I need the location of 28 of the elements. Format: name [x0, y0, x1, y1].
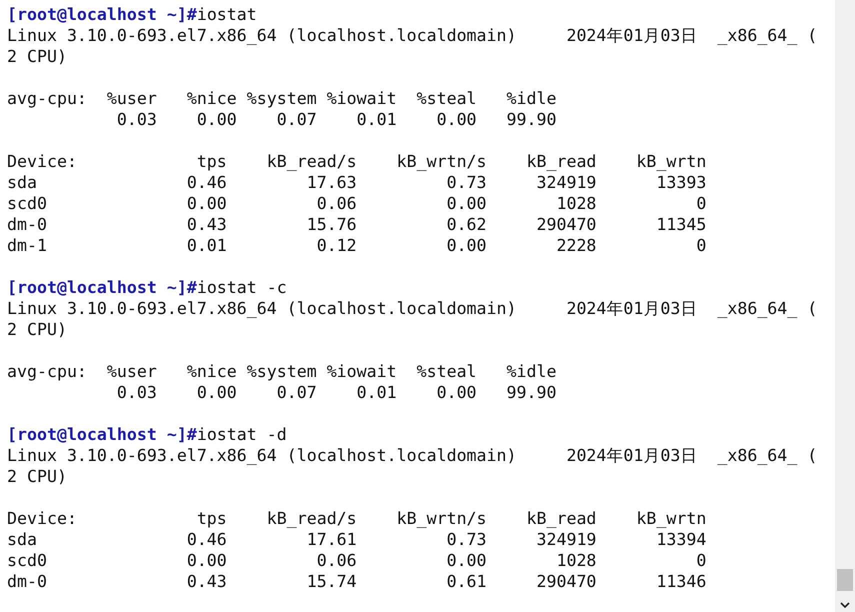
output-line: 2 CPU) — [7, 467, 67, 486]
output-line: scd0 0.00 0.06 0.00 1028 0 — [7, 551, 706, 570]
output-line: 0.03 0.00 0.07 0.01 0.00 99.90 — [116, 383, 556, 402]
output-line: dm-1 0.01 0.12 0.00 2228 0 — [7, 236, 706, 255]
output-line: 0.03 0.00 0.07 0.01 0.00 99.90 — [116, 110, 556, 129]
output-line: scd0 0.00 0.06 0.00 1028 0 — [7, 194, 706, 213]
output-line: Linux 3.10.0-693.el7.x86_64 (localhost.localdomain) 2024年01月03日 _x86_64_ ( — [7, 446, 818, 465]
output-line: sda 0.46 17.61 0.73 324919 13394 — [7, 530, 706, 549]
output-line: avg-cpu: %user %nice %system %iowait %steal %idle — [7, 89, 556, 108]
output-line: sda 0.46 17.63 0.73 324919 13393 — [7, 173, 706, 192]
command-text: iostat -c — [196, 278, 287, 297]
scrollbar-thumb[interactable] — [837, 569, 853, 591]
output-line: avg-cpu: %user %nice %system %iowait %steal %idle — [7, 362, 556, 381]
output-line: Linux 3.10.0-693.el7.x86_64 (localhost.localdomain) 2024年01月03日 _x86_64_ ( — [7, 26, 818, 45]
scroll-down-icon[interactable] — [840, 602, 850, 609]
command-text: iostat — [196, 5, 257, 24]
output-line: dm-0 0.43 15.76 0.62 290470 11345 — [7, 215, 706, 234]
shell-prompt: [root@localhost ~]# — [7, 425, 197, 444]
output-line: Linux 3.10.0-693.el7.x86_64 (localhost.localdomain) 2024年01月03日 _x86_64_ ( — [7, 299, 818, 318]
output-line: Device: tps kB_read/s kB_wrtn/s kB_read kB_wrtn — [7, 509, 706, 528]
scrollbar[interactable] — [835, 0, 855, 612]
command-text: iostat -d — [196, 425, 287, 444]
shell-prompt: [root@localhost ~]# — [7, 5, 197, 24]
output-line: 2 CPU) — [7, 47, 67, 66]
shell-prompt: [root@localhost ~]# — [7, 278, 197, 297]
output-line: dm-0 0.43 15.74 0.61 290470 11346 — [7, 572, 706, 591]
output-line: 2 CPU) — [7, 320, 67, 339]
output-line: Device: tps kB_read/s kB_wrtn/s kB_read kB_wrtn — [7, 152, 706, 171]
